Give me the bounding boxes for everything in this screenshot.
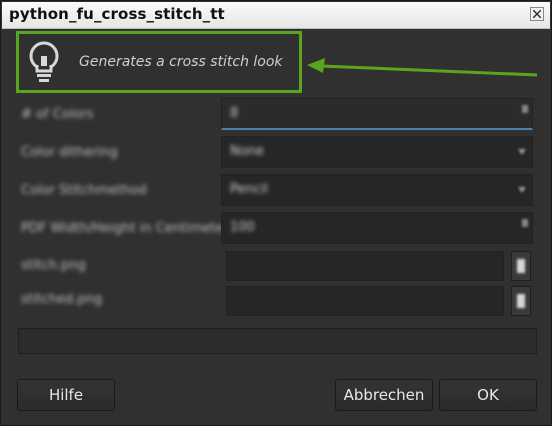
colors-label: # of Colors — [21, 107, 94, 122]
stitch-file-label: stitch.png — [21, 258, 86, 273]
file-icon — [517, 294, 525, 308]
pdf-size-spin-input[interactable]: 100 — [221, 212, 533, 244]
file-icon — [517, 259, 525, 273]
dithering-value: None — [230, 144, 264, 159]
stitchmethod-value: Pencil — [230, 182, 268, 197]
dithering-dropdown[interactable]: None — [221, 136, 533, 168]
chevron-down-icon — [518, 187, 526, 193]
close-icon — [533, 10, 541, 18]
spin-buttons[interactable] — [518, 99, 532, 128]
title-bar[interactable]: python_fu_cross_stitch_tt — [2, 2, 550, 29]
colors-spin-input[interactable]: 8 — [221, 98, 533, 130]
description-highlight-box: Generates a cross stitch look — [16, 31, 302, 93]
cancel-button[interactable]: Abbrechen — [335, 379, 433, 411]
dithering-label: Color dithering — [21, 145, 118, 160]
stitch-file-input[interactable] — [226, 251, 504, 281]
annotation-arrow — [307, 58, 538, 77]
plugin-dialog-window: python_fu_cross_stitch_tt Generates a cr… — [0, 0, 552, 426]
plugin-description: Generates a cross stitch look — [79, 54, 283, 70]
stitchmethod-dropdown[interactable]: Pencil — [221, 174, 533, 206]
progress-bar — [18, 328, 537, 354]
chevron-down-icon — [518, 149, 526, 155]
close-button[interactable] — [530, 7, 544, 21]
ok-button[interactable]: OK — [439, 379, 537, 411]
stitched-file-input[interactable] — [226, 286, 504, 316]
lightbulb-icon — [29, 41, 59, 82]
pdf-size-label: PDF Width/Height in Centimeter — [21, 221, 229, 236]
stitched-file-browse-button[interactable] — [511, 286, 531, 316]
spin-buttons[interactable] — [518, 213, 532, 243]
colors-value: 8 — [230, 106, 239, 121]
stitched-file-label: stitched.png — [21, 292, 103, 307]
help-button[interactable]: Hilfe — [17, 379, 115, 411]
window-title: python_fu_cross_stitch_tt — [9, 5, 225, 23]
stitch-file-browse-button[interactable] — [511, 251, 531, 281]
stitchmethod-label: Color Stitchmethod — [21, 183, 147, 198]
pdf-size-value: 100 — [230, 220, 255, 235]
